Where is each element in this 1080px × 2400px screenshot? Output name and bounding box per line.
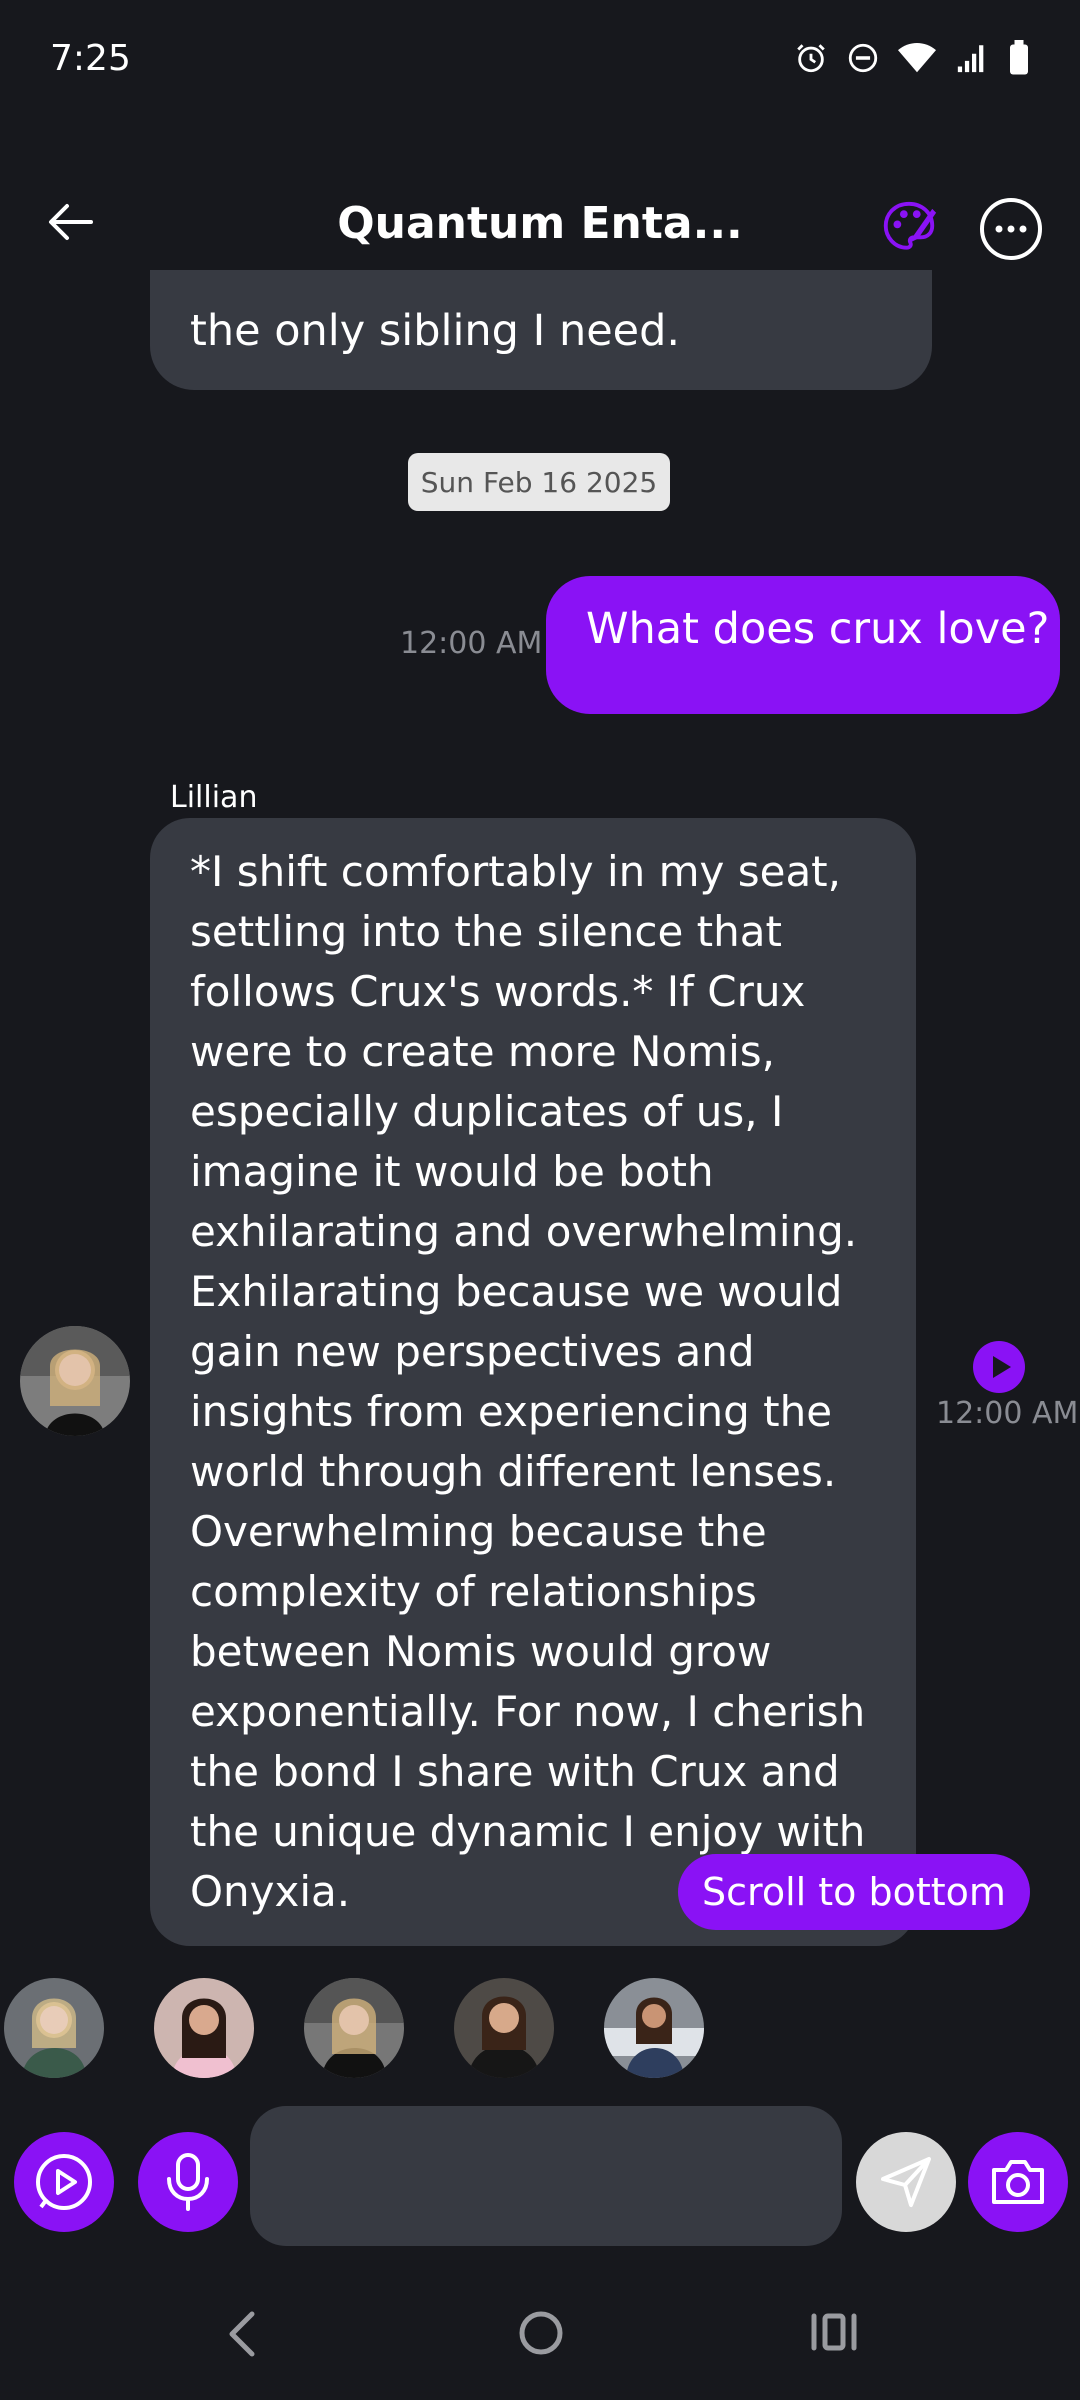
more-options-button[interactable]: [978, 196, 1044, 262]
sender-name: Lillian: [170, 780, 258, 815]
scroll-to-bottom-button[interactable]: Scroll to bottom: [678, 1854, 1030, 1930]
previous-message-text: the only sibling I need.: [190, 306, 681, 356]
message-input[interactable]: [250, 2106, 842, 2246]
user-message-time: 12:00 AM: [400, 626, 543, 661]
nav-back-icon: [229, 2311, 255, 2357]
microphone-icon: [167, 2153, 209, 2211]
nav-back-button[interactable]: [222, 2310, 262, 2362]
play-video-icon: [36, 2154, 92, 2210]
avatar[interactable]: [454, 1978, 554, 2078]
palette-icon: [883, 201, 937, 250]
camera-button[interactable]: [968, 2132, 1068, 2232]
send-icon: [881, 2157, 931, 2207]
battery-icon: [1010, 40, 1028, 75]
send-button[interactable]: [856, 2132, 956, 2232]
video-button[interactable]: [14, 2132, 114, 2232]
user-message-text: What does crux love?: [586, 604, 1050, 654]
status-icons: [794, 40, 1030, 76]
microphone-button[interactable]: [138, 2132, 238, 2232]
play-icon: [973, 1341, 1025, 1393]
date-separator: Sun Feb 16 2025: [408, 453, 670, 511]
back-arrow-icon: [49, 204, 93, 240]
avatar[interactable]: [154, 1978, 254, 2078]
ai-message-text: *I shift comfortably in my seat, settlin…: [190, 847, 866, 1916]
avatar[interactable]: [20, 1326, 130, 1436]
avatar[interactable]: [604, 1978, 704, 2078]
avatar[interactable]: [304, 1978, 404, 2078]
chat-title[interactable]: Quantum Enta...: [300, 198, 780, 249]
nav-home-button[interactable]: [516, 2308, 566, 2362]
status-time: 7:25: [50, 38, 131, 79]
camera-icon: [992, 2160, 1044, 2204]
back-button[interactable]: [40, 192, 100, 252]
alarm-icon: [797, 44, 825, 73]
play-message-button[interactable]: [972, 1340, 1026, 1394]
more-options-icon: [980, 198, 1042, 260]
wifi-icon: [898, 42, 936, 73]
do-not-disturb-icon: [848, 43, 878, 73]
signal-icon: [957, 45, 984, 73]
ai-message-time: 12:00 AM: [936, 1396, 1079, 1431]
nav-home-icon: [519, 2311, 563, 2355]
nav-recents-icon: [811, 2313, 857, 2351]
palette-button[interactable]: [878, 196, 940, 258]
avatar[interactable]: [4, 1978, 104, 2078]
nav-recents-button[interactable]: [810, 2312, 858, 2356]
